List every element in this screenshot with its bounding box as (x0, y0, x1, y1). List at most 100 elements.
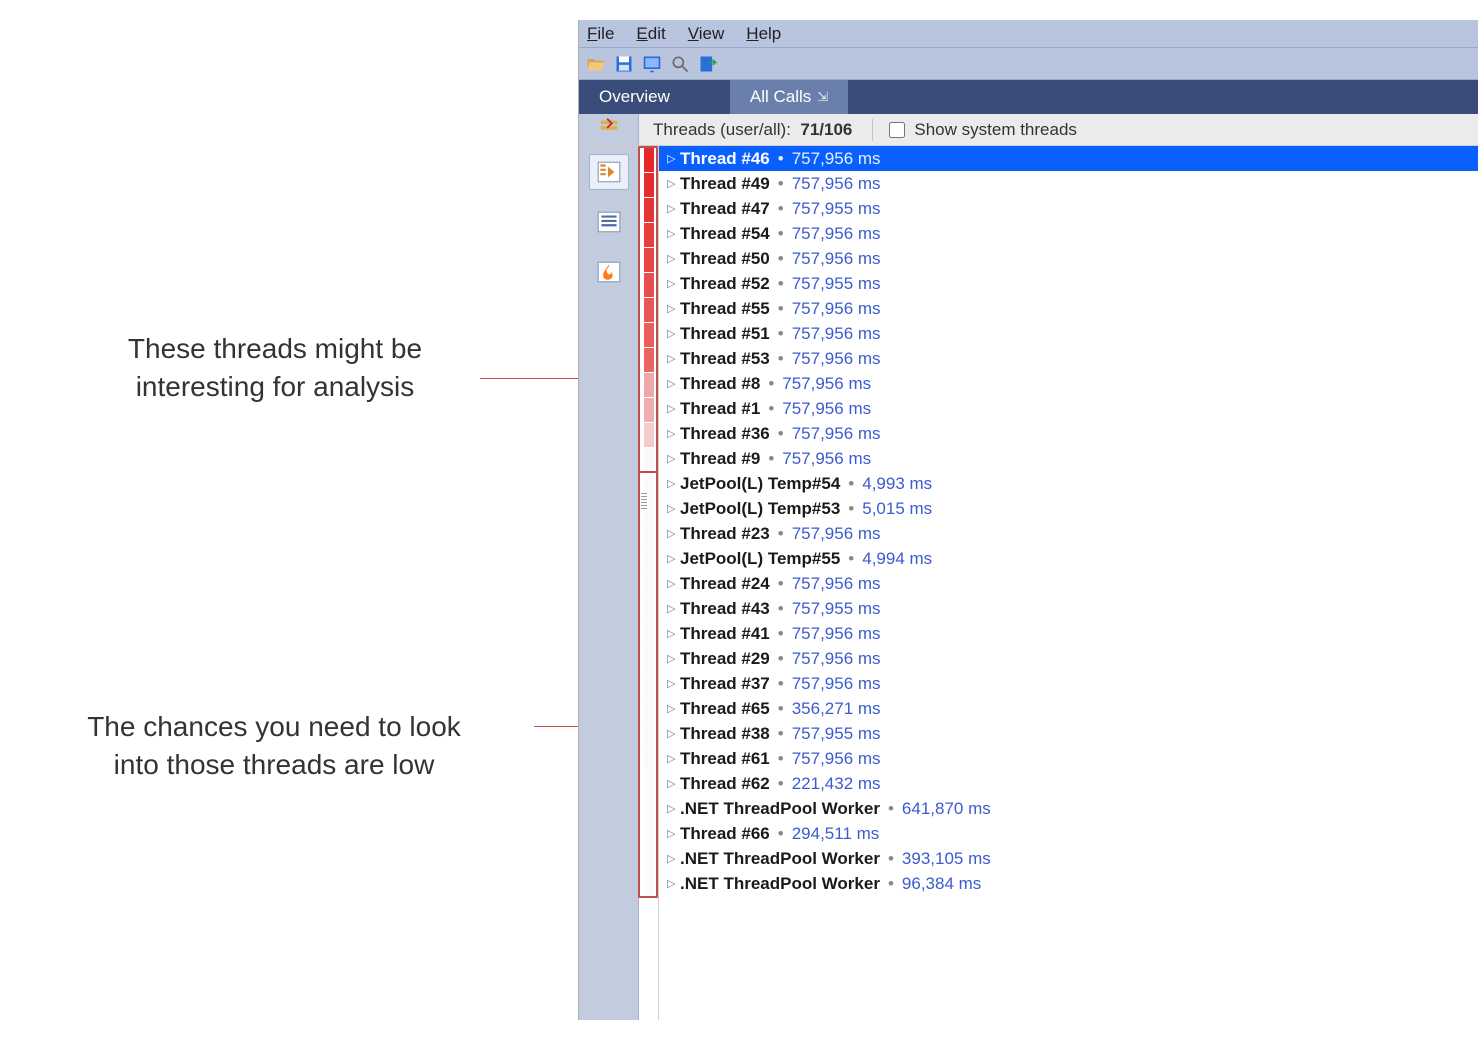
tab-overview[interactable]: Overview (579, 80, 690, 114)
thread-row[interactable]: ▷ .NET ThreadPool Worker•393,105 ms (659, 846, 1478, 871)
thread-row[interactable]: ▷ .NET ThreadPool Worker•96,384 ms (659, 871, 1478, 896)
threads-count-value: 71/106 (800, 120, 852, 139)
tab-all-calls[interactable]: All Calls ⇲ (730, 80, 848, 114)
expand-icon[interactable]: ▷ (667, 827, 680, 840)
show-system-threads-checkbox[interactable]: Show system threads (885, 119, 1077, 141)
thread-row[interactable]: ▷ Thread #61•757,956 ms (659, 746, 1478, 771)
thread-row[interactable]: ▷ Thread #51•757,956 ms (659, 321, 1478, 346)
thread-row[interactable]: ▷ Thread #29•757,956 ms (659, 646, 1478, 671)
expand-icon[interactable]: ▷ (667, 502, 680, 515)
expand-icon[interactable]: ▷ (667, 252, 680, 265)
thread-row[interactable]: ▷ Thread #1•757,956 ms (659, 396, 1478, 421)
thread-row[interactable]: ▷ Thread #66•294,511 ms (659, 821, 1478, 846)
thread-row[interactable]: ▷ Thread #49•757,956 ms (659, 171, 1478, 196)
tab-all-calls-label: All Calls (750, 87, 811, 107)
expand-icon[interactable]: ▷ (667, 627, 680, 640)
thread-name: Thread #36 (680, 424, 770, 444)
thread-row[interactable]: ▷ .NET ThreadPool Worker•641,870 ms (659, 796, 1478, 821)
expand-icon[interactable]: ▷ (667, 877, 680, 890)
thread-list[interactable]: ▷ Thread #46•757,956 ms▷ Thread #49•757,… (659, 146, 1478, 1020)
save-icon[interactable] (613, 53, 635, 75)
expand-icon[interactable]: ▷ (667, 552, 680, 565)
thread-name: Thread #66 (680, 824, 770, 844)
thread-time: 757,956 ms (792, 649, 881, 669)
thread-time: 641,870 ms (902, 799, 991, 819)
thread-name: Thread #47 (680, 199, 770, 219)
expand-icon[interactable]: ▷ (667, 752, 680, 765)
heat-cell (644, 723, 654, 747)
separator-dot: • (778, 199, 784, 219)
thread-name: Thread #1 (680, 399, 760, 419)
thread-row[interactable]: ▷ JetPool(L) Temp#53•5,015 ms (659, 496, 1478, 521)
menu-view[interactable]: View (688, 24, 725, 44)
thread-row[interactable]: ▷ Thread #38•757,955 ms (659, 721, 1478, 746)
expand-icon[interactable]: ▷ (667, 527, 680, 540)
expand-icon[interactable]: ▷ (667, 577, 680, 590)
separator-dot: • (778, 274, 784, 294)
thread-row[interactable]: ▷ Thread #8•757,956 ms (659, 371, 1478, 396)
thread-row[interactable]: ▷ Thread #50•757,956 ms (659, 246, 1478, 271)
thread-row[interactable]: ▷ Thread #23•757,956 ms (659, 521, 1478, 546)
thread-row[interactable]: ▷ Thread #52•757,955 ms (659, 271, 1478, 296)
export-icon[interactable] (697, 53, 719, 75)
thread-row[interactable]: ▷ Thread #9•757,956 ms (659, 446, 1478, 471)
thread-row[interactable]: ▷ JetPool(L) Temp#54•4,993 ms (659, 471, 1478, 496)
expand-icon[interactable]: ▷ (667, 477, 680, 490)
thread-row[interactable]: ▷ Thread #37•757,956 ms (659, 671, 1478, 696)
thread-time: 757,956 ms (792, 349, 881, 369)
show-system-threads-input[interactable] (889, 122, 905, 138)
search-icon[interactable] (669, 53, 691, 75)
thread-time: 393,105 ms (902, 849, 991, 869)
thread-row[interactable]: ▷ Thread #36•757,956 ms (659, 421, 1478, 446)
expand-icon[interactable]: ▷ (667, 227, 680, 240)
expand-icon[interactable]: ▷ (667, 352, 680, 365)
thread-row[interactable]: ▷ Thread #47•757,955 ms (659, 196, 1478, 221)
menu-file[interactable]: File (587, 24, 614, 44)
expand-icon[interactable]: ▷ (667, 652, 680, 665)
threads-icon (598, 116, 620, 143)
thread-row[interactable]: ▷ Thread #53•757,956 ms (659, 346, 1478, 371)
thread-time: 5,015 ms (862, 499, 932, 519)
expand-icon[interactable]: ▷ (667, 327, 680, 340)
expand-icon[interactable]: ▷ (667, 202, 680, 215)
menu-help[interactable]: Help (746, 24, 781, 44)
expand-icon[interactable]: ▷ (667, 602, 680, 615)
expand-icon[interactable]: ▷ (667, 402, 680, 415)
snapshot-icon[interactable] (641, 53, 663, 75)
thread-row[interactable]: ▷ Thread #54•757,956 ms (659, 221, 1478, 246)
sidebar-view-tree[interactable] (589, 154, 629, 190)
heat-cell (644, 523, 654, 547)
thread-row[interactable]: ▷ Thread #46•757,956 ms (659, 146, 1478, 171)
heat-cell (644, 223, 654, 247)
expand-icon[interactable]: ▷ (667, 452, 680, 465)
expand-icon[interactable]: ▷ (667, 852, 680, 865)
heat-cell (644, 598, 654, 622)
thread-time: 356,271 ms (792, 699, 881, 719)
heat-cell (644, 323, 654, 347)
expand-icon[interactable]: ▷ (667, 427, 680, 440)
expand-icon[interactable]: ▷ (667, 152, 680, 165)
sidebar-view-list[interactable] (589, 204, 629, 240)
heat-cell (644, 248, 654, 272)
expand-icon[interactable]: ▷ (667, 777, 680, 790)
expand-icon[interactable]: ▷ (667, 277, 680, 290)
thread-row[interactable]: ▷ Thread #55•757,956 ms (659, 296, 1478, 321)
expand-icon[interactable]: ▷ (667, 802, 680, 815)
sidebar-view-hot[interactable] (589, 254, 629, 290)
expand-icon[interactable]: ▷ (667, 302, 680, 315)
scroll-grip[interactable] (639, 490, 649, 514)
expand-icon[interactable]: ▷ (667, 377, 680, 390)
thread-row[interactable]: ▷ Thread #41•757,956 ms (659, 621, 1478, 646)
menu-edit[interactable]: Edit (636, 24, 665, 44)
expand-icon[interactable]: ▷ (667, 677, 680, 690)
thread-row[interactable]: ▷ Thread #65•356,271 ms (659, 696, 1478, 721)
expand-icon[interactable]: ▷ (667, 177, 680, 190)
open-icon[interactable] (585, 53, 607, 75)
thread-row[interactable]: ▷ Thread #43•757,955 ms (659, 596, 1478, 621)
thread-row[interactable]: ▷ Thread #62•221,432 ms (659, 771, 1478, 796)
expand-icon[interactable]: ▷ (667, 727, 680, 740)
expand-icon[interactable]: ▷ (667, 702, 680, 715)
thread-row[interactable]: ▷ Thread #24•757,956 ms (659, 571, 1478, 596)
separator-dot: • (778, 724, 784, 744)
thread-row[interactable]: ▷ JetPool(L) Temp#55•4,994 ms (659, 546, 1478, 571)
